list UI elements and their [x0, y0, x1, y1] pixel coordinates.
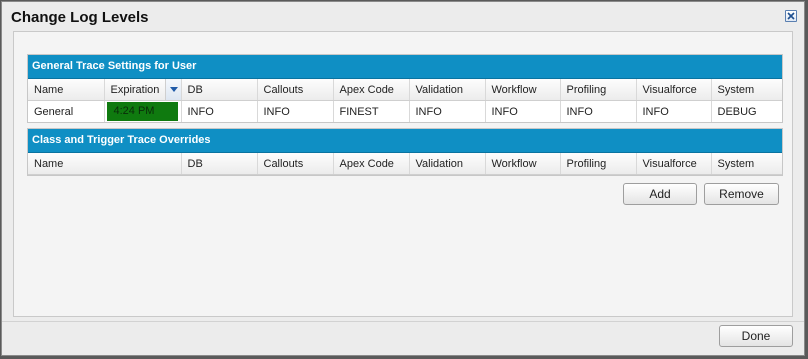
general-trace-settings-header: General Trace Settings for User — [28, 55, 782, 79]
column-header-expiration-label: Expiration — [110, 83, 160, 96]
done-button[interactable]: Done — [719, 325, 793, 347]
column-header-visualforce[interactable]: Visualforce — [636, 153, 712, 175]
general-header-row: Name Expiration DB Callouts Apex Code Va… — [28, 79, 782, 101]
column-header-name[interactable]: Name — [28, 79, 105, 101]
column-menu-button[interactable] — [164, 79, 180, 100]
cell-workflow[interactable]: INFO — [485, 100, 561, 122]
column-header-system[interactable]: System — [711, 79, 782, 101]
expiration-value: 4:24 PM — [106, 102, 178, 121]
column-header-profiling[interactable]: Profiling — [560, 153, 637, 175]
cell-expiration[interactable]: 4:24 PM — [104, 100, 182, 122]
general-trace-settings-panel: General Trace Settings for User Name Exp… — [27, 54, 783, 123]
close-icon — [787, 12, 795, 20]
column-header-workflow[interactable]: Workflow — [485, 79, 561, 101]
trace-overrides-header: Class and Trigger Trace Overrides — [28, 129, 782, 153]
table-row[interactable]: General 4:24 PM INFO INFO FINEST INFO IN… — [28, 100, 782, 122]
general-trace-settings-table: Name Expiration DB Callouts Apex Code Va… — [28, 79, 782, 122]
change-log-levels-dialog: Change Log Levels General Trace Settings… — [1, 1, 805, 356]
trace-overrides-panel: Class and Trigger Trace Overrides Name D… — [27, 128, 783, 176]
cell-visualforce[interactable]: INFO — [636, 100, 712, 122]
column-header-profiling[interactable]: Profiling — [560, 79, 637, 101]
column-header-name[interactable]: Name — [28, 153, 182, 175]
column-header-validation[interactable]: Validation — [409, 153, 486, 175]
cell-name[interactable]: General — [28, 100, 105, 122]
column-header-apex-code[interactable]: Apex Code — [333, 153, 410, 175]
column-header-callouts[interactable]: Callouts — [257, 79, 334, 101]
chevron-down-icon — [169, 87, 178, 92]
column-header-apex-code[interactable]: Apex Code — [333, 79, 410, 101]
column-header-visualforce[interactable]: Visualforce — [636, 79, 712, 101]
cell-apex-code[interactable]: FINEST — [333, 100, 410, 122]
column-header-validation[interactable]: Validation — [409, 79, 486, 101]
cell-profiling[interactable]: INFO — [560, 100, 637, 122]
cell-db[interactable]: INFO — [181, 100, 258, 122]
dialog-content: General Trace Settings for User Name Exp… — [13, 31, 793, 317]
remove-button[interactable]: Remove — [704, 183, 779, 205]
column-header-workflow[interactable]: Workflow — [485, 153, 561, 175]
cell-system[interactable]: DEBUG — [711, 100, 782, 122]
dialog-title: Change Log Levels — [11, 9, 149, 26]
column-header-expiration[interactable]: Expiration — [104, 79, 182, 101]
trace-overrides-table: Name DB Callouts Apex Code Validation Wo… — [28, 153, 782, 175]
cell-callouts[interactable]: INFO — [257, 100, 334, 122]
add-button[interactable]: Add — [623, 183, 697, 205]
footer-divider — [2, 321, 804, 322]
column-header-db[interactable]: DB — [181, 79, 258, 101]
cell-validation[interactable]: INFO — [409, 100, 486, 122]
column-header-db[interactable]: DB — [181, 153, 258, 175]
close-button[interactable] — [785, 10, 797, 22]
column-header-callouts[interactable]: Callouts — [257, 153, 334, 175]
overrides-header-row: Name DB Callouts Apex Code Validation Wo… — [28, 153, 782, 175]
column-header-system[interactable]: System — [711, 153, 782, 175]
